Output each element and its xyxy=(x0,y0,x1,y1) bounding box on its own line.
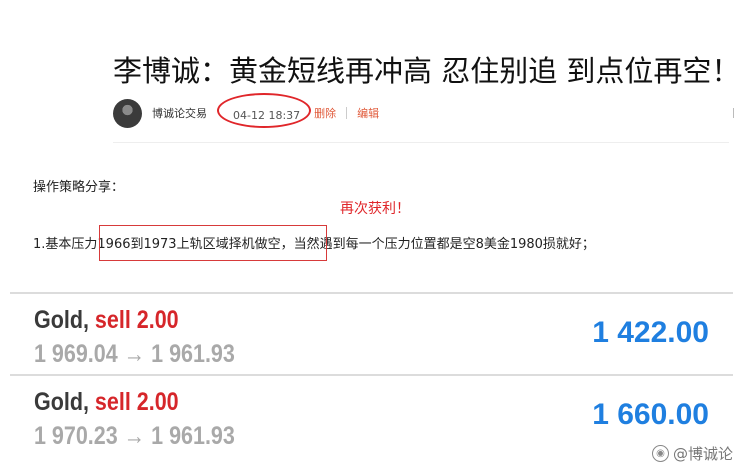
edit-link[interactable]: 编辑 xyxy=(357,105,379,121)
highlight-box xyxy=(99,225,327,261)
strategy-prefix: 1.基本压力 xyxy=(33,237,98,252)
trade-row: Gold, sell 2.00 1 970.23 → 1 961.93 1 66… xyxy=(10,374,733,456)
trade-title: Gold, sell 2.00 xyxy=(34,388,179,416)
divider xyxy=(733,108,734,118)
divider xyxy=(346,107,348,119)
strategy-heading: 操作策略分享： xyxy=(33,180,125,195)
trade-title: Gold, sell 2.00 xyxy=(34,306,179,334)
watermark-text: @博诚论 xyxy=(672,445,733,463)
trade-side: sell 2.00 xyxy=(94,388,179,416)
author-name[interactable]: 博诚论交易 xyxy=(152,105,207,121)
watermark: ◉ @博诚论 xyxy=(651,443,733,464)
article-meta: 博诚论交易 04-12 18:37 删除 编辑 xyxy=(113,92,379,128)
article-title: 李博诚：黄金短线再冲高 忍住别追 到点位再空！ xyxy=(113,54,741,88)
divider xyxy=(113,142,729,143)
trade-symbol: Gold xyxy=(34,388,83,416)
timestamp-wrap: 04-12 18:37 xyxy=(217,92,311,128)
author-avatar[interactable] xyxy=(113,98,142,128)
trade-prices: 1 969.04 → 1 961.93 xyxy=(34,340,235,368)
profit-annotation: 再次获利！ xyxy=(340,201,410,217)
trade-symbol: Gold xyxy=(34,306,83,334)
trade-row: Gold, sell 2.00 1 969.04 → 1 961.93 1 42… xyxy=(10,292,733,374)
trade-prices: 1 970.23 → 1 961.93 xyxy=(34,422,235,450)
weibo-at-icon: ◉ xyxy=(651,445,669,462)
trade-profit: 1 422.00 xyxy=(592,316,709,349)
delete-link[interactable]: 删除 xyxy=(314,105,336,121)
trade-profit: 1 660.00 xyxy=(592,398,709,431)
highlight-circle xyxy=(217,92,311,128)
trade-side: sell 2.00 xyxy=(94,306,179,334)
strategy-suffix: ，当然遇到每一个压力位置都是空8美金1980损就好； xyxy=(280,237,595,252)
